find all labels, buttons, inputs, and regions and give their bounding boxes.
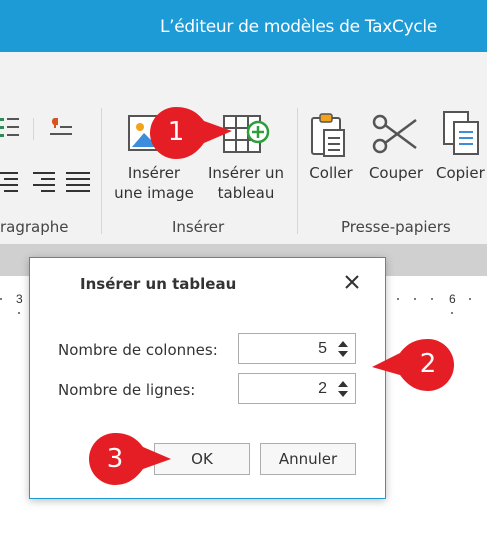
ruler-tick bbox=[414, 298, 416, 300]
rows-down-arrow-icon[interactable] bbox=[338, 391, 348, 397]
align-center-icon[interactable] bbox=[0, 170, 20, 194]
paragraph-mark-icon[interactable] bbox=[46, 116, 74, 140]
ribbon-inner-separator bbox=[33, 118, 34, 140]
title-bar: L’éditeur de modèles de TaxCycle bbox=[0, 0, 487, 52]
cut-button[interactable]: Couper bbox=[364, 108, 428, 188]
paste-label: Coller bbox=[309, 164, 353, 182]
columns-up-arrow-icon[interactable] bbox=[338, 341, 348, 347]
cut-label: Couper bbox=[368, 164, 424, 182]
rows-stepper[interactable]: 2 bbox=[238, 373, 356, 404]
ruler-tick bbox=[397, 298, 399, 300]
ribbon: ragraphe Insérer une image Insérer un ta… bbox=[0, 52, 487, 244]
paste-button[interactable]: Coller bbox=[304, 108, 358, 188]
bullet-list-icon[interactable] bbox=[0, 116, 20, 140]
ruler-number-right: 6 bbox=[449, 292, 456, 306]
insert-table-label-line2: tableau bbox=[217, 184, 275, 202]
callout-2-number: 2 bbox=[419, 349, 437, 379]
align-right-icon[interactable] bbox=[31, 170, 55, 194]
callout-1-number: 1 bbox=[167, 117, 185, 147]
group-separator-paragraph bbox=[101, 108, 102, 234]
ruler-tick bbox=[431, 298, 433, 300]
justify-icon[interactable] bbox=[66, 170, 90, 194]
ruler-tick bbox=[0, 298, 2, 300]
group-separator-insert bbox=[297, 108, 298, 234]
dialog-title: Insérer un tableau bbox=[80, 275, 237, 293]
insert-image-label-line1: Insérer bbox=[127, 164, 181, 182]
columns-label: Nombre de colonnes: bbox=[58, 341, 218, 359]
ruler-tick bbox=[18, 312, 20, 314]
close-icon[interactable] bbox=[342, 272, 362, 292]
copy-label: Copier bbox=[436, 164, 485, 182]
ruler-tick bbox=[451, 312, 453, 314]
rows-label: Nombre de lignes: bbox=[58, 381, 196, 399]
ruler-tick bbox=[469, 298, 471, 300]
columns-value: 5 bbox=[318, 340, 327, 357]
window-title: L’éditeur de modèles de TaxCycle bbox=[159, 17, 437, 37]
insert-group-label: Insérer bbox=[172, 218, 225, 236]
rows-value: 2 bbox=[318, 380, 327, 397]
scissors-icon bbox=[372, 114, 417, 154]
columns-stepper[interactable]: 5 bbox=[238, 333, 356, 364]
insert-table-dialog: Insérer un tableau Nombre de colonnes: 5… bbox=[29, 257, 386, 499]
cancel-button[interactable]: Annuler bbox=[260, 443, 356, 475]
copy-icon bbox=[443, 111, 479, 155]
clipboard-group-label: Presse-papiers bbox=[341, 218, 451, 236]
insert-table-label-line1: Insérer un bbox=[208, 164, 284, 182]
rows-up-arrow-icon[interactable] bbox=[338, 381, 348, 387]
ruler-number-left: 3 bbox=[16, 292, 23, 306]
paste-icon bbox=[311, 113, 345, 157]
columns-down-arrow-icon[interactable] bbox=[338, 351, 348, 357]
insert-image-label-line2: une image bbox=[114, 184, 194, 202]
callout-3-number: 3 bbox=[106, 444, 124, 474]
copy-button[interactable]: Copier bbox=[434, 108, 487, 188]
paragraph-group-label: ragraphe bbox=[0, 218, 69, 236]
